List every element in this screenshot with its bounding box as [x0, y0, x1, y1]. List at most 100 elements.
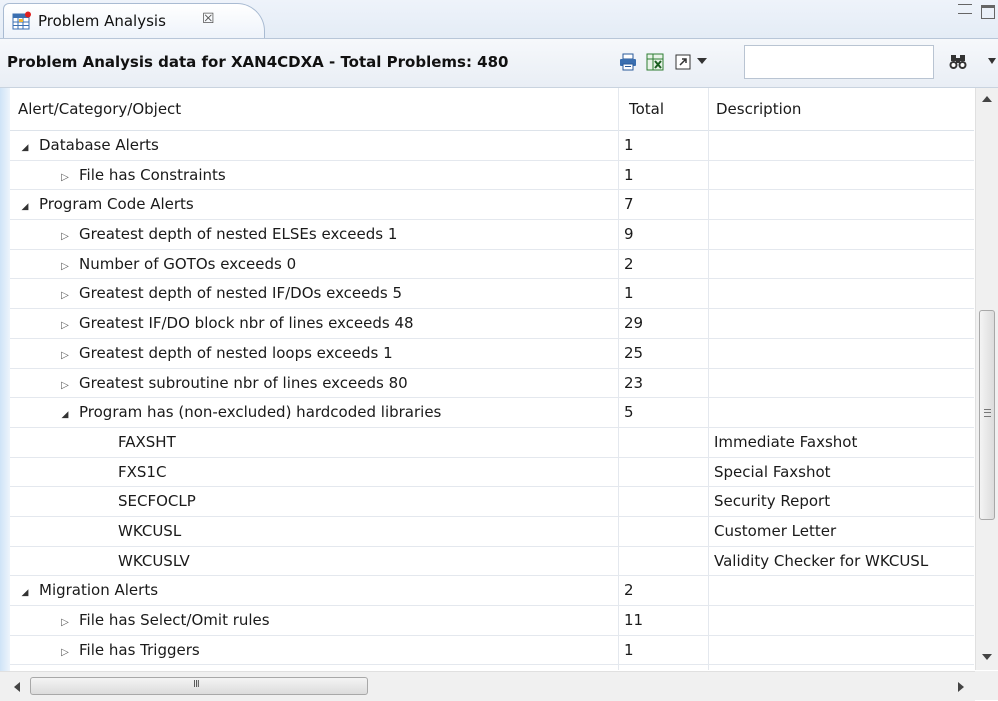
alert-name-cell: ◢ Database Alerts	[10, 131, 628, 160]
scroll-grip-icon: III	[193, 679, 200, 690]
tree-collapsed-icon[interactable]: ▷	[60, 252, 70, 279]
find-dropdown[interactable]	[988, 58, 996, 64]
tree-expanded-icon[interactable]: ◢	[20, 579, 30, 605]
tree-collapsed-icon[interactable]: ▷	[60, 311, 70, 338]
alert-name-cell: ◢ Program Code Alerts	[10, 190, 628, 219]
table-row[interactable]: ▷ Greatest IF/DO block nbr of lines excee…	[10, 309, 974, 339]
table-row[interactable]: ◢ Program Code Alerts 7	[10, 190, 974, 221]
alert-name: Program Code Alerts	[39, 195, 194, 214]
alert-name-cell: ▷ File has Select/Omit rules	[10, 606, 668, 635]
description-cell	[708, 606, 974, 635]
alert-name-cell: ◢ Migration Alerts	[10, 576, 628, 605]
vertical-scroll-thumb[interactable]	[979, 310, 995, 520]
alert-name-cell: ▷ Greatest subroutine nbr of lines exceed…	[10, 369, 668, 398]
tree-collapsed-icon[interactable]: ▷	[60, 667, 70, 670]
tree-expanded-icon[interactable]: ◢	[20, 134, 30, 160]
alert-name: Greatest subroutine nbr of lines exceeds…	[79, 373, 408, 392]
total-cell: 7	[624, 195, 634, 214]
scroll-grip-icon	[984, 409, 991, 417]
tree-collapsed-icon[interactable]: ▷	[60, 371, 70, 398]
maximize-view-icon[interactable]	[981, 5, 995, 19]
table-row[interactable]: ▷ Greatest depth of nested ELSEs exceeds …	[10, 220, 974, 250]
alert-name-cell: ▷ File has Triggers	[10, 636, 668, 665]
alert-name: Greatest depth of nested ELSEs exceeds 1	[79, 225, 398, 244]
description-cell	[708, 665, 974, 670]
tree-collapsed-icon[interactable]: ▷	[60, 222, 70, 249]
view-tab-bar: Problem Analysis ☒	[0, 0, 998, 39]
table-row[interactable]: ▷ File has Constraints 1	[10, 161, 974, 191]
total-cell: 23	[624, 373, 644, 392]
alert-name: Number of GOTOs exceeds 0	[79, 254, 297, 273]
filter-input[interactable]	[744, 45, 934, 79]
alert-name: Greatest IF/DO block nbr of lines exceed…	[79, 314, 414, 333]
description-cell	[708, 339, 974, 368]
export-excel-icon[interactable]	[645, 52, 665, 72]
description-cell	[708, 161, 974, 190]
alert-name: WKCUSLV	[118, 551, 190, 570]
description-cell: Special Faxshot	[714, 462, 831, 481]
column-header-alert[interactable]: Alert/Category/Object	[18, 100, 181, 118]
total-cell: 1	[624, 284, 634, 303]
description-cell: Immediate Faxshot	[714, 432, 858, 451]
total-cell: 1	[624, 640, 634, 659]
print-icon[interactable]	[618, 52, 638, 72]
tree-collapsed-icon[interactable]: ▷	[60, 638, 70, 665]
table-row[interactable]: ▷ File has Triggers 1	[10, 636, 974, 666]
description-cell	[708, 369, 974, 398]
alert-name-cell: ▷ File has Constraints	[10, 161, 668, 190]
scroll-up-arrow-icon[interactable]	[982, 96, 992, 102]
description-cell	[708, 131, 974, 160]
problem-tree-table: Alert/Category/Object Total Description …	[10, 88, 974, 670]
table-row[interactable]: ▷	[10, 665, 974, 670]
alert-name-cell: ▷ Greatest depth of nested loops exceeds …	[10, 339, 668, 368]
page-title: Problem Analysis data for XAN4CDXA - Tot…	[7, 53, 509, 71]
problem-analysis-tab[interactable]: Problem Analysis ☒	[3, 3, 265, 38]
table-row[interactable]: ▷ Greatest subroutine nbr of lines exceed…	[10, 369, 974, 399]
table-row[interactable]: ◢ Migration Alerts 2	[10, 576, 974, 606]
tree-collapsed-icon[interactable]: ▷	[60, 281, 70, 308]
column-header-description[interactable]: Description	[716, 100, 801, 118]
vertical-scrollbar[interactable]	[975, 88, 998, 670]
toolbar-menu-dropdown[interactable]	[697, 58, 707, 64]
table-row[interactable]: FXS1C Special Faxshot	[10, 458, 974, 488]
tree-collapsed-icon[interactable]: ▷	[60, 608, 70, 635]
total-cell: 2	[624, 581, 634, 600]
table-row[interactable]: ▷ Greatest depth of nested IF/DOs exceeds…	[10, 279, 974, 310]
problem-analysis-icon	[12, 11, 31, 30]
table-row[interactable]: ◢ Database Alerts 1	[10, 131, 974, 161]
description-cell	[708, 220, 974, 249]
table-row[interactable]: WKCUSLV Validity Checker for WKCUSL	[10, 547, 974, 577]
tab-close-icon[interactable]: ☒	[202, 11, 215, 27]
table-row[interactable]: SECFOCLP Security Report	[10, 487, 974, 517]
alert-name: FXS1C	[118, 462, 167, 481]
scroll-left-arrow-icon[interactable]	[14, 682, 20, 692]
total-cell: 11	[624, 611, 644, 629]
scroll-down-arrow-icon[interactable]	[982, 654, 992, 660]
table-row[interactable]: ▷ Number of GOTOs exceeds 0 2	[10, 250, 974, 280]
alert-name: File has Triggers	[79, 640, 200, 659]
table-row[interactable]: ▷ File has Select/Omit rules 11	[10, 606, 974, 636]
tree-collapsed-icon[interactable]: ▷	[60, 341, 70, 368]
alert-name: Greatest depth of nested loops exceeds 1	[79, 343, 393, 362]
scroll-right-arrow-icon[interactable]	[958, 682, 964, 692]
binoculars-icon[interactable]	[948, 52, 968, 72]
horizontal-scroll-thumb[interactable]: III	[30, 677, 368, 695]
expand-icon[interactable]	[673, 52, 693, 72]
table-row[interactable]: ◢ Program has (non-excluded) hardcoded li…	[10, 398, 974, 428]
alert-name-cell: ◢ Program has (non-excluded) hardcoded li…	[10, 398, 668, 427]
tree-collapsed-icon[interactable]: ▷	[60, 163, 70, 190]
total-cell: 1	[624, 136, 634, 154]
alert-name-cell: ▷ Greatest depth of nested IF/DOs exceeds…	[10, 279, 668, 308]
minimize-view-icon[interactable]	[958, 4, 972, 14]
tree-expanded-icon[interactable]: ◢	[20, 193, 30, 219]
column-header-total[interactable]: Total	[629, 100, 664, 118]
alert-name-cell: ▷ Number of GOTOs exceeds 0	[10, 250, 668, 279]
total-cell: 29	[624, 314, 644, 333]
horizontal-scrollbar[interactable]: III	[0, 671, 975, 701]
tree-expanded-icon[interactable]: ◢	[60, 401, 70, 427]
total-cell	[618, 665, 708, 670]
description-cell: Customer Letter	[714, 521, 837, 540]
table-row[interactable]: ▷ Greatest depth of nested loops exceeds …	[10, 339, 974, 369]
table-row[interactable]: WKCUSL Customer Letter	[10, 517, 974, 547]
table-row[interactable]: FAXSHT Immediate Faxshot	[10, 428, 974, 458]
